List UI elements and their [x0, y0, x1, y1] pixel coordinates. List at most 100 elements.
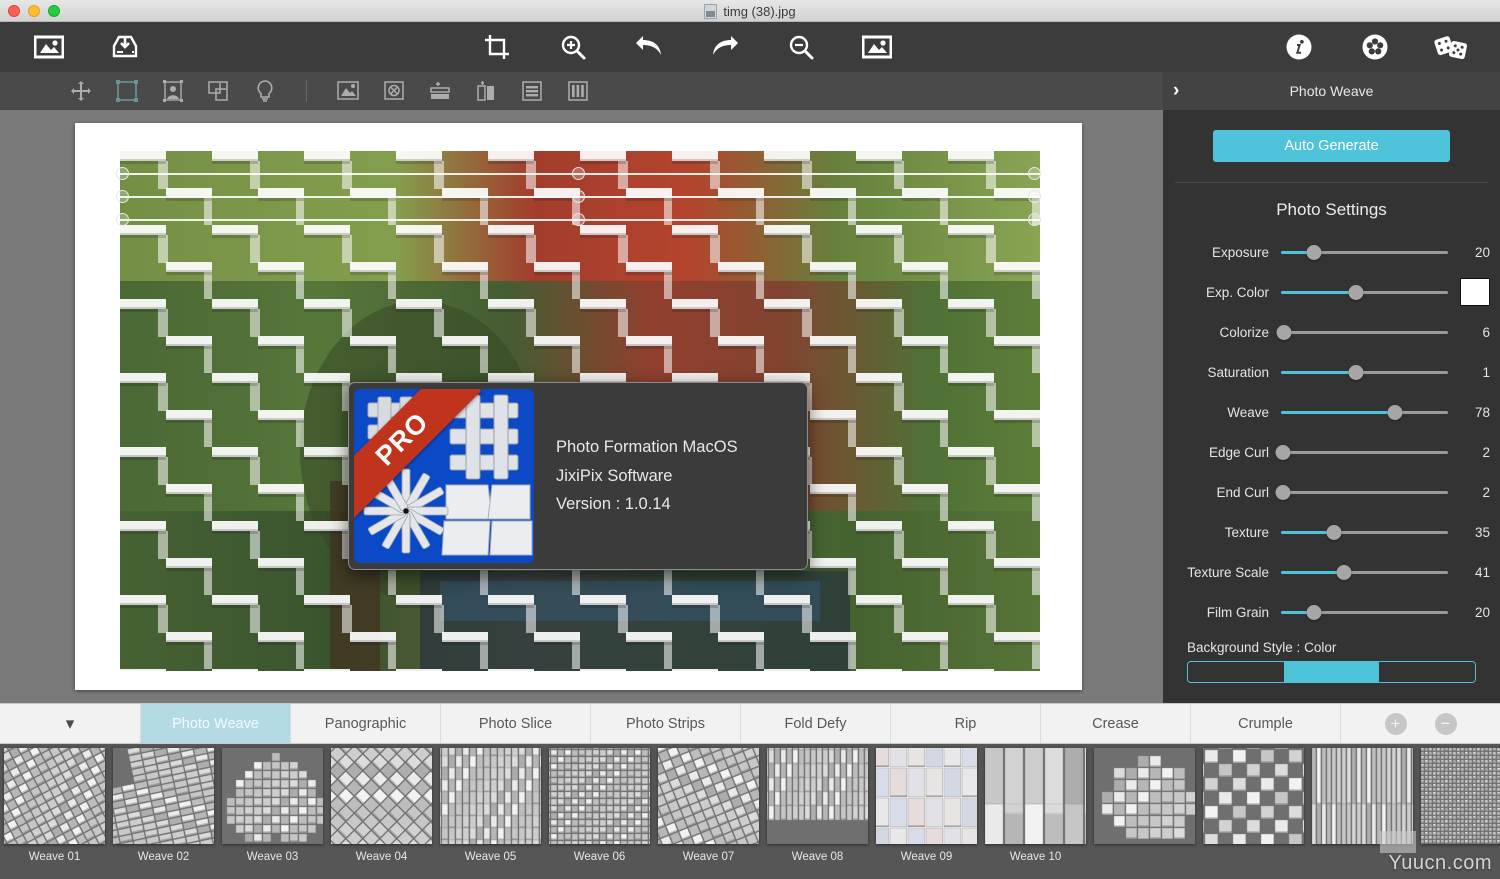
remove-effect-button[interactable]: −	[1435, 713, 1457, 735]
slider-knob[interactable]	[1327, 525, 1342, 540]
setting-slider[interactable]	[1281, 242, 1448, 262]
setting-slider[interactable]	[1281, 482, 1448, 502]
flip-icon[interactable]	[471, 78, 501, 104]
preset-label: Weave 03	[218, 851, 327, 863]
zoom-out-icon[interactable]	[784, 30, 818, 64]
slider-knob[interactable]	[1349, 365, 1364, 380]
slider-knob[interactable]	[1277, 325, 1292, 340]
watermark-box	[1380, 831, 1416, 853]
add-layer-icon[interactable]	[425, 78, 455, 104]
preset-thumbnail[interactable]	[1199, 744, 1308, 851]
redo-icon[interactable]	[708, 30, 742, 64]
slider-knob[interactable]	[1275, 485, 1290, 500]
erase-icon[interactable]	[379, 78, 409, 104]
slider-track	[1281, 451, 1448, 454]
slider-knob[interactable]	[1275, 445, 1290, 460]
tab-panographic[interactable]: Panographic	[290, 704, 440, 743]
setting-slider[interactable]	[1281, 282, 1448, 302]
setting-slider[interactable]	[1281, 322, 1448, 342]
slider-knob[interactable]	[1349, 285, 1364, 300]
slider-knob[interactable]	[1307, 245, 1322, 260]
selection-handle[interactable]	[1028, 167, 1041, 180]
preset-thumbnail[interactable]: Weave 01	[0, 744, 109, 863]
info-icon[interactable]	[1282, 30, 1316, 64]
preset-thumbnail[interactable]: Weave 02	[109, 744, 218, 863]
setting-value: 35	[1460, 525, 1490, 540]
tab-fold-defy[interactable]: Fold Defy	[740, 704, 890, 743]
setting-slider[interactable]	[1281, 362, 1448, 382]
light-tool-icon[interactable]	[250, 78, 280, 104]
selection-handle[interactable]	[116, 190, 129, 203]
setting-slider[interactable]	[1281, 562, 1448, 582]
tab-crumple[interactable]: Crumple	[1190, 704, 1340, 743]
selection-handle[interactable]	[572, 213, 585, 226]
preset-thumbnail[interactable]: Weave 06	[545, 744, 654, 863]
tab-list: Photo WeavePanographicPhoto SlicePhoto S…	[140, 704, 1340, 743]
tab-photo-slice[interactable]: Photo Slice	[440, 704, 590, 743]
chevron-down-icon[interactable]: ▾	[0, 704, 140, 743]
tab-photo-weave[interactable]: Photo Weave	[140, 704, 290, 743]
setting-slider[interactable]	[1281, 602, 1448, 622]
preset-thumbnail-strip[interactable]: Weave 01Weave 02Weave 03Weave 04Weave 05…	[0, 744, 1500, 879]
tab-rip[interactable]: Rip	[890, 704, 1040, 743]
preset-label: Weave 06	[545, 851, 654, 863]
move-tool-icon[interactable]	[66, 78, 96, 104]
tab-crease[interactable]: Crease	[1040, 704, 1190, 743]
auto-generate-button[interactable]: Auto Generate	[1213, 130, 1450, 162]
close-button[interactable]	[8, 5, 20, 17]
selection-handle[interactable]	[116, 167, 129, 180]
dice-icon[interactable]	[1434, 30, 1468, 64]
about-dialog[interactable]: PRO Photo Formation MacOS JixiPix Softwa…	[348, 382, 808, 570]
selection-tool-icon[interactable]	[112, 78, 142, 104]
preset-thumbnail[interactable]: Weave 04	[327, 744, 436, 863]
preset-thumbnail[interactable]: Weave 10	[981, 744, 1090, 863]
list-icon[interactable]	[517, 78, 547, 104]
add-effect-button[interactable]: +	[1385, 713, 1407, 735]
slider-fill	[1281, 291, 1356, 294]
selection-handle[interactable]	[572, 167, 585, 180]
canvas-area[interactable]: PRO Photo Formation MacOS JixiPix Softwa…	[0, 110, 1163, 703]
selection-handle[interactable]	[1028, 190, 1041, 203]
preset-thumbnail[interactable]	[1417, 744, 1500, 851]
preset-thumbnail[interactable]: Weave 07	[654, 744, 763, 863]
crop-icon[interactable]	[480, 30, 514, 64]
preset-thumbnail[interactable]: Weave 05	[436, 744, 545, 863]
preset-thumbnail[interactable]: Weave 08	[763, 744, 872, 863]
columns-icon[interactable]	[563, 78, 593, 104]
zoom-button[interactable]	[48, 5, 60, 17]
fit-image-icon[interactable]	[860, 30, 894, 64]
background-style-segmented-control[interactable]	[1187, 661, 1476, 683]
setting-slider[interactable]	[1281, 402, 1448, 422]
preset-thumbnail[interactable]: Weave 03	[218, 744, 327, 863]
exposure-color-swatch[interactable]	[1460, 278, 1490, 306]
save-image-icon[interactable]	[108, 30, 142, 64]
setting-slider[interactable]	[1281, 522, 1448, 542]
slider-knob[interactable]	[1307, 605, 1322, 620]
background-segment-color[interactable]	[1284, 662, 1380, 682]
selection-handle[interactable]	[1028, 213, 1041, 226]
portrait-tool-icon[interactable]	[158, 78, 188, 104]
image-adjust-icon[interactable]	[333, 78, 363, 104]
undo-icon[interactable]	[632, 30, 666, 64]
selection-handle[interactable]	[116, 213, 129, 226]
panel-expand-icon[interactable]: ›	[1173, 80, 1179, 102]
background-segment-image[interactable]	[1379, 662, 1475, 682]
minimize-button[interactable]	[28, 5, 40, 17]
zoom-in-icon[interactable]	[556, 30, 590, 64]
settings-icon[interactable]	[1358, 30, 1392, 64]
open-image-icon[interactable]	[32, 30, 66, 64]
preset-thumbnail[interactable]: Weave 09	[872, 744, 981, 863]
setting-value: 6	[1460, 325, 1490, 340]
document-icon	[704, 4, 717, 19]
window-title: timg (38).jpg	[723, 4, 795, 19]
slider-knob[interactable]	[1387, 405, 1402, 420]
setting-slider[interactable]	[1281, 442, 1448, 462]
setting-label: End Curl	[1173, 485, 1269, 500]
preset-thumbnail[interactable]	[1090, 744, 1199, 851]
tab-photo-strips[interactable]: Photo Strips	[590, 704, 740, 743]
background-segment-none[interactable]	[1188, 662, 1284, 682]
slider-knob[interactable]	[1337, 565, 1352, 580]
preset-preview	[1312, 748, 1413, 844]
selection-handle[interactable]	[572, 190, 585, 203]
transform-tool-icon[interactable]	[204, 78, 234, 104]
